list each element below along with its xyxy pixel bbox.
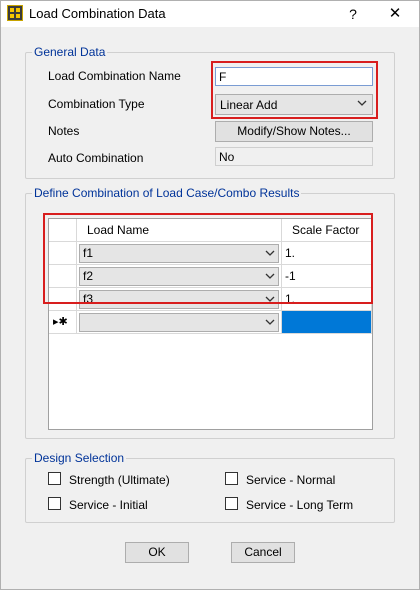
modify-notes-button[interactable]: Modify/Show Notes... <box>215 121 373 142</box>
scale-factor-cell[interactable]: 1. <box>282 242 372 265</box>
load-name-select[interactable]: f3 <box>79 290 279 309</box>
strength-checkbox[interactable] <box>48 472 61 485</box>
chevron-down-icon <box>265 319 275 325</box>
auto-combination-label: Auto Combination <box>48 151 144 165</box>
load-name-header: Load Name <box>77 219 282 242</box>
notes-label: Notes <box>48 124 80 138</box>
load-name-cell[interactable]: f1 <box>77 242 282 265</box>
table-row[interactable]: f2 -1 <box>49 265 372 288</box>
chevron-down-icon <box>265 296 275 302</box>
chevron-down-icon <box>357 100 367 106</box>
row-header[interactable] <box>49 288 77 311</box>
service-initial-checkbox[interactable] <box>48 497 61 510</box>
service-normal-checkbox[interactable] <box>225 472 238 485</box>
combination-type-select[interactable]: Linear Add <box>215 94 373 115</box>
new-scale-factor-cell[interactable] <box>282 311 372 334</box>
chevron-down-icon <box>265 250 275 256</box>
load-name-cell[interactable]: f3 <box>77 288 282 311</box>
new-load-name-select[interactable] <box>79 313 279 332</box>
combination-type-value: Linear Add <box>220 98 278 112</box>
service-long-term-label: Service - Long Term <box>246 498 354 512</box>
design-selection-legend: Design Selection <box>32 451 127 465</box>
row-header[interactable] <box>49 265 77 288</box>
window-title: Load Combination Data <box>29 6 166 21</box>
load-name-value: f3 <box>83 292 94 306</box>
service-long-term-checkbox[interactable] <box>225 497 238 510</box>
ok-button[interactable]: OK <box>125 542 189 563</box>
define-combination-legend: Define Combination of Load Case/Combo Re… <box>32 186 302 200</box>
auto-combination-value: No <box>215 147 373 166</box>
service-initial-label: Service - Initial <box>69 498 148 512</box>
app-icon <box>7 5 23 21</box>
grid-corner <box>49 219 77 242</box>
new-row-marker: ▸✱ <box>49 311 77 334</box>
combination-name-input[interactable] <box>215 67 373 86</box>
load-combination-dialog: Load Combination Data ? ✕ General Data L… <box>0 0 420 590</box>
table-row[interactable]: f1 1. <box>49 242 372 265</box>
row-header[interactable] <box>49 242 77 265</box>
load-name-cell[interactable]: f2 <box>77 265 282 288</box>
chevron-down-icon <box>265 273 275 279</box>
load-name-select[interactable]: f2 <box>79 267 279 286</box>
title-bar: Load Combination Data ? ✕ <box>1 1 419 27</box>
cancel-button[interactable]: Cancel <box>231 542 295 563</box>
grid-header-row: Load Name Scale Factor <box>49 219 372 242</box>
new-load-name-cell[interactable] <box>77 311 282 334</box>
help-button[interactable]: ? <box>343 4 363 24</box>
close-button[interactable]: ✕ <box>383 3 407 25</box>
general-data-legend: General Data <box>32 45 108 59</box>
scale-factor-cell[interactable]: -1 <box>282 265 372 288</box>
service-normal-label: Service - Normal <box>246 473 336 487</box>
scale-factor-header: Scale Factor <box>282 219 372 242</box>
load-name-value: f2 <box>83 269 94 283</box>
combination-type-label: Combination Type <box>48 97 145 111</box>
strength-label: Strength (Ultimate) <box>69 473 170 487</box>
load-name-select[interactable]: f1 <box>79 244 279 263</box>
load-name-value: f1 <box>83 246 94 260</box>
design-selection-group: Design Selection <box>25 451 395 523</box>
combination-name-label: Load Combination Name <box>48 69 181 83</box>
table-row[interactable]: f3 1. <box>49 288 372 311</box>
load-combination-grid[interactable]: Load Name Scale Factor f1 1. f2 -1 f3 1.… <box>48 218 373 430</box>
scale-factor-cell[interactable]: 1. <box>282 288 372 311</box>
new-row[interactable]: ▸✱ <box>49 311 372 334</box>
